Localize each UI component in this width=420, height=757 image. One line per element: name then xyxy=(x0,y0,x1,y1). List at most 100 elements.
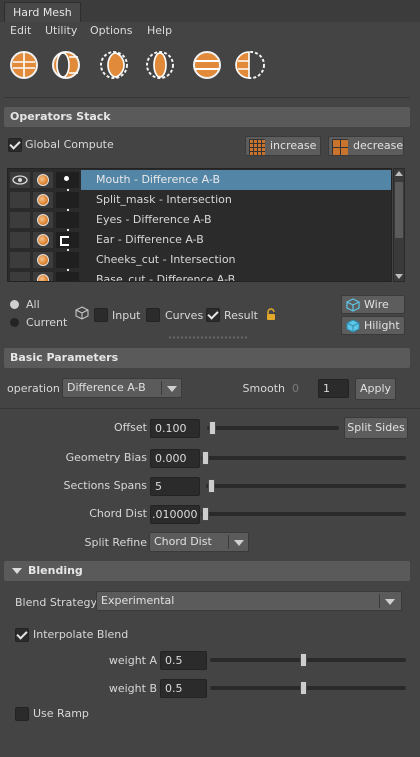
chevron-down-icon xyxy=(385,599,395,605)
increase-button[interactable]: increase xyxy=(245,136,321,156)
tree-branch-node xyxy=(55,231,80,249)
operator-sphere-icon[interactable] xyxy=(32,171,54,189)
global-compute-checkbox[interactable] xyxy=(8,138,22,152)
operator-sphere-icon[interactable] xyxy=(32,191,54,209)
sections-spans-field[interactable]: 5 xyxy=(150,477,200,496)
offset-slider-handle[interactable] xyxy=(209,421,216,435)
smooth-field[interactable]: 1 xyxy=(318,379,349,398)
menu-utility[interactable]: Utility xyxy=(45,23,77,39)
stack-item-label: Split_mask - Intersection xyxy=(96,193,232,206)
resize-grip[interactable] xyxy=(168,336,248,339)
input-checkbox[interactable] xyxy=(94,308,108,322)
stack-row[interactable]: Base_cut - Difference A-B xyxy=(8,270,391,281)
weight-b-label: weight B xyxy=(108,682,157,695)
wire-label: Wire xyxy=(364,298,389,311)
window-title-tab[interactable]: Hard Mesh xyxy=(4,2,81,22)
hilight-label: Hilight xyxy=(364,319,400,332)
decrease-label: decrease xyxy=(353,139,404,152)
visibility-toggle[interactable] xyxy=(9,191,31,209)
stack-row[interactable]: Mouth - Difference A-B xyxy=(8,170,391,190)
use-ramp-checkbox[interactable] xyxy=(15,707,29,721)
offset-slider-track[interactable] xyxy=(207,426,339,430)
split-refine-value: Chord Dist xyxy=(154,535,212,548)
global-compute-label: Global Compute xyxy=(25,138,114,151)
scroll-down-icon[interactable] xyxy=(395,274,403,279)
stack-row[interactable]: Cheeks_cut - Intersection xyxy=(8,250,391,270)
chord-dist-slider-handle[interactable] xyxy=(202,507,209,521)
lock-icon[interactable] xyxy=(264,308,278,322)
basic-parameters-header[interactable]: Basic Parameters xyxy=(4,348,410,368)
weight-a-field[interactable]: 0.5 xyxy=(160,651,207,670)
operation-label: operation xyxy=(7,382,60,395)
operator-sphere-icon[interactable] xyxy=(32,211,54,229)
operators-stack-header[interactable]: Operators Stack xyxy=(4,107,410,127)
weight-a-slider-track[interactable] xyxy=(210,658,406,662)
stack-row[interactable]: Eyes - Difference A-B xyxy=(8,210,391,230)
result-checkbox[interactable] xyxy=(206,308,220,322)
sections-spans-slider-track[interactable] xyxy=(206,484,406,488)
decrease-button[interactable]: decrease xyxy=(328,136,404,156)
stack-row[interactable]: Split_mask - Intersection xyxy=(8,190,391,210)
split-sides-button[interactable]: Split Sides xyxy=(344,417,408,439)
interpolate-blend-checkbox[interactable] xyxy=(15,628,29,642)
curves-checkbox[interactable] xyxy=(146,308,160,322)
chevron-down-icon xyxy=(167,386,177,392)
tree-node xyxy=(55,271,80,281)
chord-dist-field[interactable]: .010000 xyxy=(150,505,200,524)
stack-row[interactable]: Ear - Difference A-B xyxy=(8,230,391,250)
operator-sphere-icon[interactable] xyxy=(32,251,54,269)
scroll-thumb[interactable] xyxy=(395,182,403,238)
split-refine-label: Split Refine xyxy=(84,536,147,549)
menu-edit[interactable]: Edit xyxy=(10,23,31,39)
increase-label: increase xyxy=(270,139,317,152)
difference-sphere-icon[interactable] xyxy=(50,49,82,81)
collapse-triangle-icon[interactable] xyxy=(12,568,22,574)
operators-stack-list[interactable]: Mouth - Difference A-B Split_mask - Inte… xyxy=(7,168,392,282)
stack-scrollbar[interactable] xyxy=(393,168,405,282)
visibility-toggle[interactable] xyxy=(9,251,31,269)
slice-sphere-icon[interactable] xyxy=(191,49,223,81)
weight-a-slider-handle[interactable] xyxy=(300,653,307,667)
scope-current-radio[interactable] xyxy=(10,318,19,327)
operation-dropdown[interactable]: Difference A-B xyxy=(62,378,182,398)
cut-sphere-icon[interactable] xyxy=(235,49,267,81)
visibility-toggle[interactable] xyxy=(9,271,31,281)
wire-cube-icon xyxy=(346,298,360,312)
divider xyxy=(4,97,410,98)
square-grid-icon xyxy=(332,139,348,155)
geometry-bias-field[interactable]: 0.000 xyxy=(150,449,200,468)
chord-dist-label: Chord Dist xyxy=(89,507,147,520)
weight-b-slider-handle[interactable] xyxy=(300,681,307,695)
visibility-toggle[interactable] xyxy=(9,211,31,229)
sections-spans-slider-handle[interactable] xyxy=(208,479,215,493)
hilight-button[interactable]: Hilight xyxy=(341,316,405,335)
geometry-bias-slider-handle[interactable] xyxy=(202,451,209,465)
stack-item-label: Ear - Difference A-B xyxy=(96,233,204,246)
weight-b-field[interactable]: 0.5 xyxy=(160,679,207,698)
blending-header[interactable]: Blending xyxy=(4,561,410,581)
visibility-eye-icon[interactable] xyxy=(9,171,31,189)
offset-field[interactable]: 0.100 xyxy=(150,419,200,438)
cube-icon xyxy=(75,306,89,320)
visibility-toggle[interactable] xyxy=(9,231,31,249)
tree-node xyxy=(55,211,80,229)
menu-options[interactable]: Options xyxy=(90,23,132,39)
blend-strategy-dropdown[interactable]: Experimental xyxy=(96,591,402,611)
union-sphere-icon[interactable] xyxy=(8,49,40,81)
scope-all-radio[interactable] xyxy=(10,300,19,309)
apply-button[interactable]: Apply xyxy=(355,378,396,400)
split-refine-dropdown[interactable]: Chord Dist xyxy=(149,532,249,552)
split-sphere-icon[interactable] xyxy=(144,49,176,81)
tree-node xyxy=(55,191,80,209)
wire-button[interactable]: Wire xyxy=(341,295,405,314)
menu-help[interactable]: Help xyxy=(147,23,172,39)
scroll-up-icon[interactable] xyxy=(395,171,403,176)
blending-title: Blending xyxy=(28,564,83,577)
operator-sphere-icon[interactable] xyxy=(32,231,54,249)
geometry-bias-slider-track[interactable] xyxy=(201,456,406,460)
intersection-sphere-icon[interactable] xyxy=(98,49,130,81)
operator-sphere-icon[interactable] xyxy=(32,271,54,281)
input-label: Input xyxy=(112,309,141,322)
chord-dist-slider-track[interactable] xyxy=(201,512,406,516)
weight-b-slider-track[interactable] xyxy=(210,686,406,690)
